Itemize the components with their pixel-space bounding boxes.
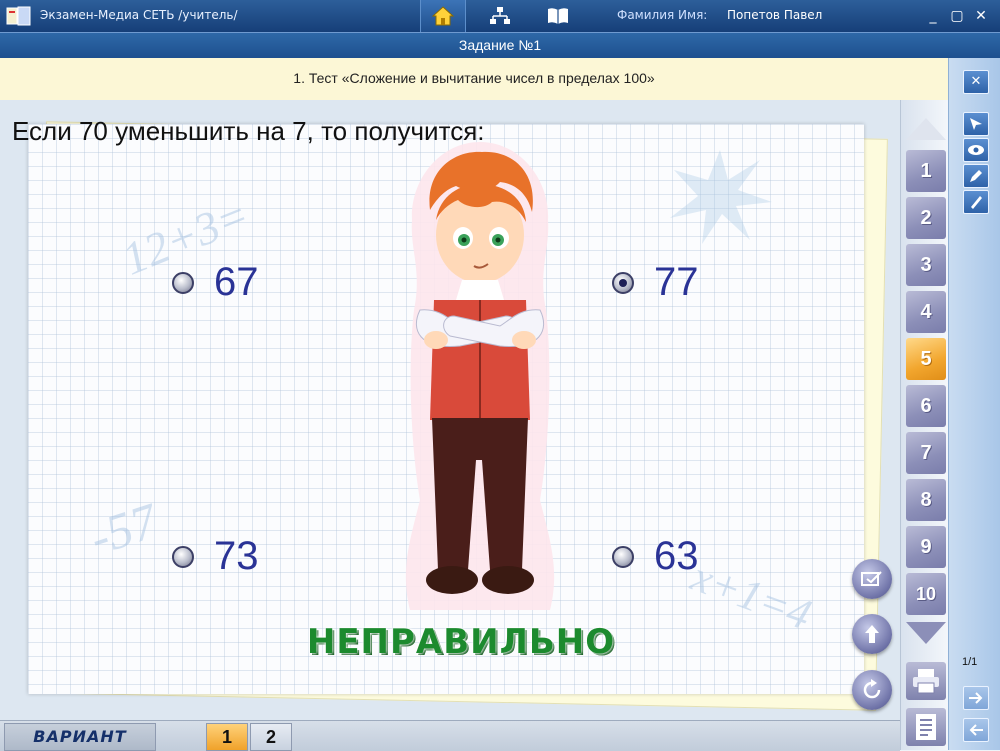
home-button[interactable] [420, 0, 466, 32]
question-tab-1[interactable]: 1 [906, 150, 946, 192]
maximize-button[interactable]: ▢ [948, 7, 966, 25]
close-window-button[interactable]: ✕ [972, 7, 990, 25]
radio-button[interactable] [172, 271, 194, 294]
question-tab-7[interactable]: 7 [906, 432, 946, 474]
book-button[interactable] [536, 0, 580, 32]
question-tab-2[interactable]: 2 [906, 197, 946, 239]
question-tab-9[interactable]: 9 [906, 526, 946, 568]
page-counter: 1/1 [962, 656, 978, 668]
question-tab-5[interactable]: 5 [906, 338, 946, 380]
radio-button[interactable] [612, 545, 634, 568]
print-button[interactable] [906, 662, 946, 700]
view-button[interactable] [963, 138, 989, 162]
pen-icon [971, 196, 982, 209]
refresh-icon [863, 679, 881, 699]
home-icon [432, 6, 454, 26]
user-name: Попетов Павел [727, 8, 823, 22]
scroll-up-arrow-icon[interactable] [906, 118, 946, 140]
structure-button[interactable] [478, 0, 522, 32]
eye-icon [968, 145, 984, 155]
answer-option-2[interactable]: 77 [612, 260, 699, 305]
next-page-button[interactable] [963, 686, 989, 710]
answer-option-3[interactable]: 73 [172, 534, 259, 579]
answer-option-4[interactable]: 63 [612, 534, 699, 579]
book-icon [548, 8, 568, 24]
test-subject: 1. Тест «Сложение и вычитание чисел в пр… [293, 70, 655, 86]
answer-option-1[interactable]: 67 [172, 260, 259, 305]
question-tab-3[interactable]: 3 [906, 244, 946, 286]
printer-icon [913, 669, 939, 694]
hierarchy-icon [490, 7, 510, 24]
question-tab-8[interactable]: 8 [906, 479, 946, 521]
variant-bar: ВАРИАНТ 1 2 [0, 720, 900, 751]
pen-button[interactable] [963, 190, 989, 214]
tool-panel: ✕ [948, 58, 1000, 750]
hint-button[interactable] [852, 614, 892, 654]
question-tab-10[interactable]: 10 [906, 573, 946, 615]
cartoon-boy-illustration [405, 142, 555, 610]
answer-label: 63 [654, 534, 699, 578]
minimize-button[interactable]: _ [924, 7, 942, 25]
prev-page-button[interactable] [963, 718, 989, 742]
variant-button-1[interactable]: 1 [206, 723, 248, 751]
answer-confirm-button[interactable] [852, 559, 892, 599]
document-icon [916, 714, 936, 740]
radio-button-selected[interactable] [612, 271, 634, 294]
task-title: Задание №1 [458, 37, 542, 53]
variant-button-2[interactable]: 2 [250, 723, 292, 751]
arrow-right-icon [969, 692, 983, 704]
result-verdict: НЕПРАВИЛЬНО [306, 622, 616, 662]
answer-label: 77 [654, 260, 699, 304]
watermark-splash-icon [670, 150, 772, 244]
app-logo-icon [6, 6, 31, 26]
radio-button[interactable] [172, 545, 194, 568]
app-title: Экзамен-Медиа СЕТЬ /учитель/ [40, 8, 238, 22]
upload-icon [865, 625, 879, 643]
retry-button[interactable] [852, 670, 892, 710]
answer-label: 73 [214, 534, 259, 578]
user-label: Фамилия Имя: [617, 8, 708, 22]
question-tab-6[interactable]: 6 [906, 385, 946, 427]
pencil-icon [970, 170, 982, 182]
question-tab-4[interactable]: 4 [906, 291, 946, 333]
scroll-down-arrow-icon[interactable] [906, 622, 946, 644]
edit-button[interactable] [963, 164, 989, 188]
cursor-icon [970, 118, 982, 130]
title-bar: Экзамен-Медиа СЕТЬ /учитель/ Фамилия Имя… [0, 0, 1000, 32]
close-test-button[interactable]: ✕ [963, 70, 989, 94]
variant-label: ВАРИАНТ [4, 723, 156, 751]
test-subject-bar: 1. Тест «Сложение и вычитание чисел в пр… [0, 58, 948, 102]
check-note-icon [861, 571, 882, 586]
arrow-left-icon [969, 724, 983, 736]
task-header: Задание №1 [0, 32, 1000, 59]
pointer-tool-button[interactable] [963, 112, 989, 136]
report-button[interactable] [906, 708, 946, 746]
answer-label: 67 [214, 260, 259, 304]
